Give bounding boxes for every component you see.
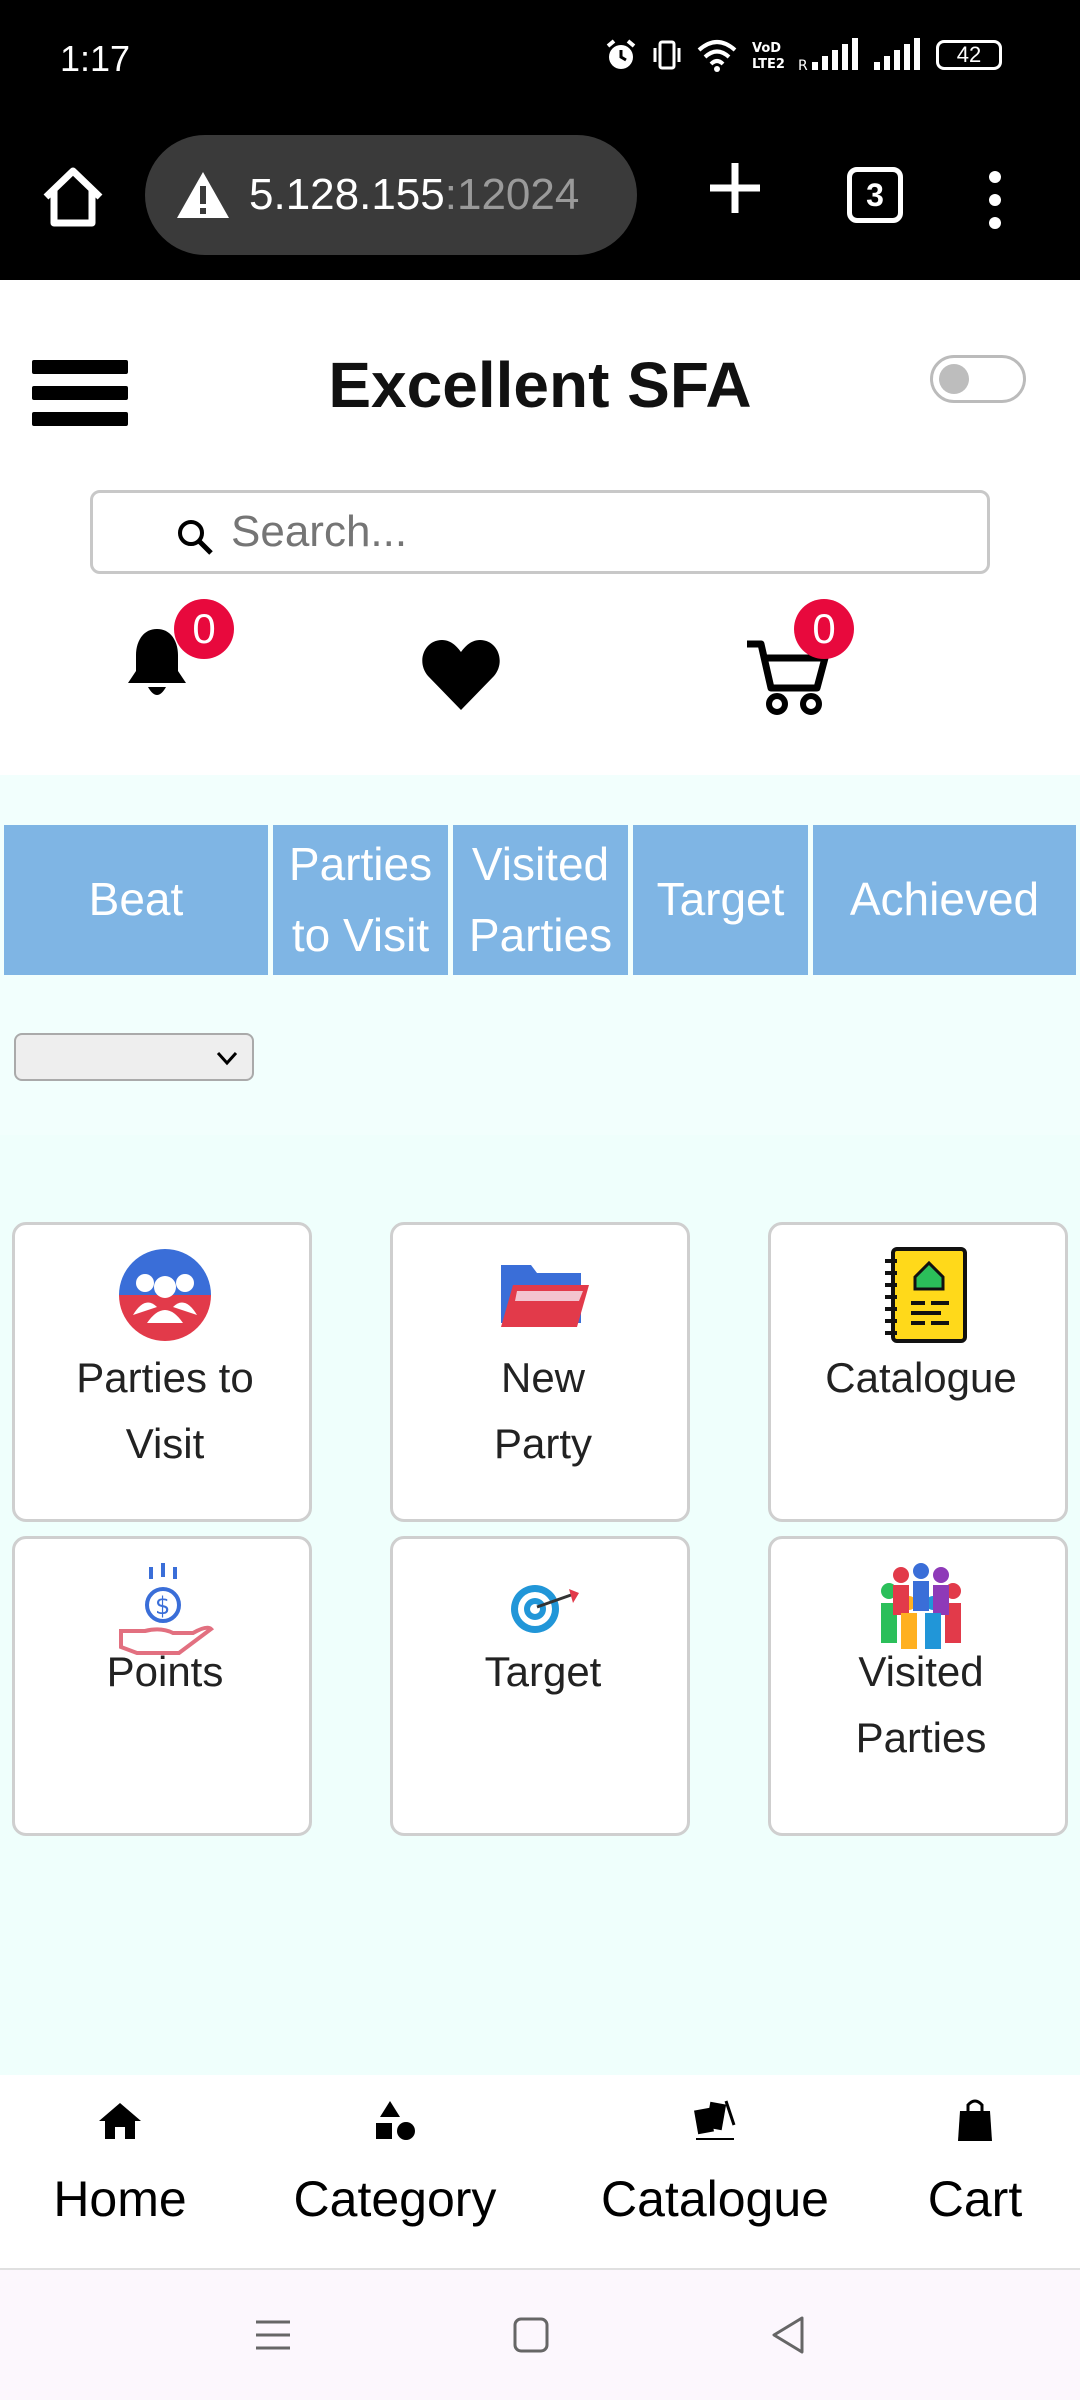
nav-label: Catalogue: [601, 2171, 829, 2227]
search-box: [90, 490, 990, 574]
recents-icon[interactable]: [248, 2310, 298, 2360]
back-icon[interactable]: [764, 2310, 814, 2360]
browser-toolbar: 5.128.155:12024 3: [0, 125, 1080, 280]
tile-target[interactable]: Target: [390, 1536, 690, 1836]
tile-new-party[interactable]: New Party: [390, 1222, 690, 1522]
app-header: Excellent SFA 0 0: [0, 280, 1080, 775]
new-tab-icon[interactable]: [700, 153, 770, 223]
nav-category[interactable]: Category: [280, 2095, 510, 2228]
home-icon[interactable]: [38, 163, 108, 233]
status-icons: VoD LTE2 R 42: [604, 38, 1002, 72]
signal-icon: [874, 38, 920, 70]
stats-row: Beat Parties to Visit Visited Parties Ta…: [4, 825, 1076, 975]
vibrate-icon: [653, 40, 681, 70]
svg-text:VoD: VoD: [752, 41, 781, 56]
home-icon: [99, 2103, 141, 2139]
tile-label: Target: [484, 1648, 602, 1695]
wishlist-button[interactable]: [420, 638, 502, 712]
group-icon: [119, 1249, 211, 1341]
bottom-navigation: Home Category Catalogue Cart: [0, 2075, 1080, 2270]
search-icon: [178, 520, 213, 555]
url-bar[interactable]: 5.128.155:12024: [145, 135, 637, 255]
warning-icon: [177, 172, 229, 218]
more-vert-icon[interactable]: [980, 165, 1010, 235]
tile-points[interactable]: $ Points: [12, 1536, 312, 1836]
home-button-icon[interactable]: [506, 2310, 556, 2360]
svg-text:LTE2: LTE2: [752, 57, 784, 72]
app-title: Excellent SFA: [328, 349, 752, 421]
url-port: :12024: [444, 170, 580, 219]
url-host: 5.128.155: [249, 170, 445, 219]
tile-visited-parties[interactable]: Visited Parties: [768, 1536, 1068, 1836]
nav-home[interactable]: Home: [45, 2095, 195, 2228]
catalogue-icon: [694, 2100, 736, 2140]
nav-catalogue[interactable]: Catalogue: [590, 2095, 840, 2228]
nav-cart[interactable]: Cart: [915, 2095, 1035, 2228]
battery-indicator: 42: [936, 40, 1002, 70]
toggle-knob: [939, 364, 969, 394]
nav-label: Category: [293, 2171, 497, 2227]
tiles-section: Parties to Visit New Party Catalogue $ P…: [0, 1135, 1080, 2075]
stat-beat[interactable]: Beat: [4, 825, 273, 975]
beat-select[interactable]: [14, 1033, 254, 1081]
tile-parties-to-visit[interactable]: Parties to Visit: [12, 1222, 312, 1522]
notebook-icon: [885, 1247, 967, 1343]
url-text: 5.128.155:12024: [249, 170, 579, 220]
tile-label: Visited Parties: [855, 1648, 987, 1761]
wifi-icon: [697, 40, 737, 72]
stat-achieved[interactable]: Achieved: [813, 825, 1076, 975]
folder-icon: [501, 1265, 589, 1327]
stats-section: Beat Parties to Visit Visited Parties Ta…: [0, 775, 1080, 1135]
system-navigation-bar: [0, 2270, 1080, 2400]
svg-text:R: R: [798, 58, 808, 72]
cart-badge: 0: [794, 599, 854, 659]
search-input[interactable]: [231, 507, 931, 557]
tile-catalogue[interactable]: Catalogue: [768, 1222, 1068, 1522]
tile-label: New Party: [493, 1354, 593, 1467]
theme-toggle[interactable]: [930, 355, 1026, 403]
tile-label: Parties to Visit: [76, 1354, 254, 1467]
volte-icon: VoDLTE2: [752, 41, 784, 72]
status-bar: 1:17 VoD LTE2 R 42: [0, 0, 1080, 125]
heart-icon: [422, 640, 500, 710]
notifications-badge: 0: [174, 599, 234, 659]
nav-label: Cart: [927, 2171, 1023, 2227]
tile-label: Points: [106, 1648, 224, 1695]
chevron-down-icon: [216, 1051, 238, 1066]
stat-parties-to-visit[interactable]: Parties to Visit: [273, 825, 453, 975]
status-time: 1:17: [60, 38, 131, 79]
shapes-icon: [376, 2101, 415, 2140]
tab-switcher-button[interactable]: 3: [847, 167, 903, 223]
bag-icon: [958, 2099, 992, 2141]
signal-icon: R: [798, 38, 858, 72]
stat-visited-parties[interactable]: Visited Parties: [453, 825, 633, 975]
tile-label: Catalogue: [825, 1354, 1017, 1401]
nav-label: Home: [53, 2171, 187, 2227]
stat-target[interactable]: Target: [633, 825, 813, 975]
alarm-icon: [606, 39, 636, 69]
svg-text:$: $: [155, 1592, 170, 1620]
